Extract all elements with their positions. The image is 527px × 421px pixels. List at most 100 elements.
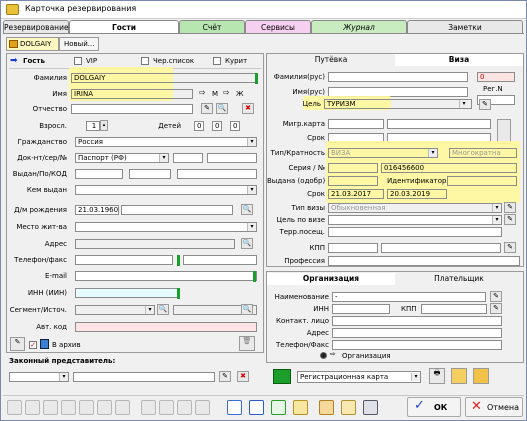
children-field-1[interactable]: 0	[194, 121, 204, 131]
scanner-icon[interactable]	[363, 400, 378, 415]
name-field[interactable]: IRINA	[71, 89, 193, 99]
legal-rep-field[interactable]	[73, 372, 215, 382]
edit-button[interactable]: ✎	[490, 291, 502, 302]
terr-field[interactable]	[328, 227, 502, 237]
doc-series-field[interactable]	[173, 153, 203, 163]
birth-place-field[interactable]	[121, 205, 233, 215]
clear-button[interactable]: ✖	[242, 103, 254, 114]
migr-series-field[interactable]	[328, 119, 384, 129]
tab-organization[interactable]: Организация	[267, 273, 395, 285]
clear-button[interactable]: ✖	[237, 371, 249, 382]
help-icon[interactable]	[7, 400, 22, 415]
visa-kind-select[interactable]: Обыкновенная	[328, 203, 502, 213]
trash-icon[interactable]: 🗑	[239, 336, 255, 351]
phone-field[interactable]	[75, 255, 173, 265]
inn-field[interactable]	[75, 288, 179, 298]
copy-button[interactable]: ✎	[201, 103, 213, 114]
multiplicity-select[interactable]: Многократна	[449, 148, 517, 158]
tab-voucher[interactable]: Путёвка	[267, 54, 395, 66]
date-to-field[interactable]: 20.03.2019	[387, 189, 447, 199]
birth-date-field[interactable]: 21.03.1960	[75, 205, 119, 215]
patronymic-field[interactable]	[71, 104, 193, 114]
vip-checkbox[interactable]	[74, 57, 82, 65]
edit-button[interactable]: ✎	[490, 303, 502, 314]
org-name-field[interactable]: -	[332, 292, 486, 302]
date-from-field[interactable]: 21.03.2017	[328, 189, 384, 199]
adults-stepper[interactable]: ▴	[100, 120, 108, 131]
address-field[interactable]	[75, 239, 235, 249]
last-icon[interactable]	[97, 400, 112, 415]
visa-series-field[interactable]	[328, 163, 378, 173]
history-icon[interactable]	[115, 400, 130, 415]
visa-purpose-select[interactable]	[328, 215, 502, 225]
payment-icon[interactable]	[293, 400, 308, 415]
blacklist-checkbox[interactable]	[141, 57, 149, 65]
citizenship-select[interactable]: Россия	[75, 137, 257, 147]
document-icon[interactable]	[341, 400, 356, 415]
email-field[interactable]	[75, 271, 257, 281]
kpp-field[interactable]	[328, 243, 378, 253]
registration-card-select[interactable]: Регистрационная карта	[297, 371, 421, 383]
surname-rus-field[interactable]	[328, 72, 468, 82]
tab-reservation[interactable]: Резервирование	[3, 20, 69, 33]
image-icon[interactable]	[159, 400, 174, 415]
search-button[interactable]: 🔍	[241, 304, 253, 315]
cancel-button[interactable]: ✕ Отмена	[465, 397, 523, 417]
issued-date-field[interactable]	[75, 169, 123, 179]
print-card-icon[interactable]	[273, 369, 291, 384]
doc-number-field[interactable]	[207, 153, 257, 163]
folder-icon[interactable]	[473, 368, 489, 384]
search-button[interactable]: 🔍	[241, 238, 253, 249]
identifier-field[interactable]	[447, 176, 517, 186]
doc-type-select[interactable]: Паспорт (РФ)	[75, 153, 169, 163]
archive-checkbox[interactable]: ✓	[29, 341, 37, 349]
add-icon[interactable]	[271, 400, 286, 415]
tab-notes[interactable]: Заметки	[407, 20, 523, 33]
tab-journal[interactable]: Журнал	[311, 20, 407, 33]
search-button[interactable]: 🔍	[216, 103, 228, 114]
printer-icon[interactable]: 🖶	[429, 368, 445, 384]
fax-field[interactable]	[183, 255, 257, 265]
edit-button[interactable]: ✎	[479, 99, 491, 110]
children-field-2[interactable]: 0	[212, 121, 222, 131]
autocode-field[interactable]	[75, 322, 257, 332]
visa-type-select[interactable]: ВИЗА	[328, 148, 438, 158]
guest-tab-dolgaiy[interactable]: DOLGAIY	[6, 37, 59, 51]
contact-field[interactable]	[332, 316, 502, 326]
word-icon[interactable]	[249, 400, 264, 415]
edit-person-button[interactable]: ✎	[10, 337, 25, 351]
preview-icon[interactable]	[451, 368, 467, 384]
search-button[interactable]: 🔍	[241, 204, 253, 215]
tab-bill[interactable]: Счёт	[179, 20, 245, 33]
smoker-checkbox[interactable]	[213, 57, 221, 65]
valid-to-field[interactable]	[129, 169, 171, 179]
guest-tab-new[interactable]: Новый...	[59, 37, 99, 51]
adults-field[interactable]: 1	[86, 121, 100, 131]
visa-number-field[interactable]: 016456600	[381, 163, 517, 173]
org-address-field[interactable]	[332, 328, 502, 338]
org-phone-field[interactable]	[332, 340, 502, 350]
org-inn-field[interactable]	[332, 304, 390, 314]
residence-select[interactable]	[75, 222, 257, 232]
segment-select[interactable]	[75, 305, 155, 315]
search-button[interactable]: 🔍	[157, 304, 169, 315]
copy-icon[interactable]	[195, 400, 210, 415]
org-radio[interactable]	[320, 352, 327, 359]
edit-button[interactable]: ✎	[219, 371, 231, 382]
visa-issued-field[interactable]	[328, 176, 378, 186]
org-kpp-field[interactable]	[421, 304, 487, 314]
ok-button[interactable]: ✓ ОК	[407, 397, 461, 417]
edit-button[interactable]: ✎	[504, 202, 516, 213]
palette-icon[interactable]	[319, 400, 334, 415]
calc-icon[interactable]	[141, 400, 156, 415]
surname-field[interactable]: DOLGAIY	[71, 73, 257, 83]
tab-guests[interactable]: Гости	[69, 20, 179, 33]
purpose-select[interactable]: ТУРИЗМ	[324, 99, 472, 109]
kpp-field-2[interactable]	[381, 243, 501, 253]
next-icon[interactable]	[79, 400, 94, 415]
children-field-3[interactable]: 0	[230, 121, 240, 131]
profession-field[interactable]	[328, 256, 520, 266]
cut-icon[interactable]	[177, 400, 192, 415]
tab-visa[interactable]: Виза	[395, 54, 523, 66]
guest-icon[interactable]	[61, 400, 76, 415]
